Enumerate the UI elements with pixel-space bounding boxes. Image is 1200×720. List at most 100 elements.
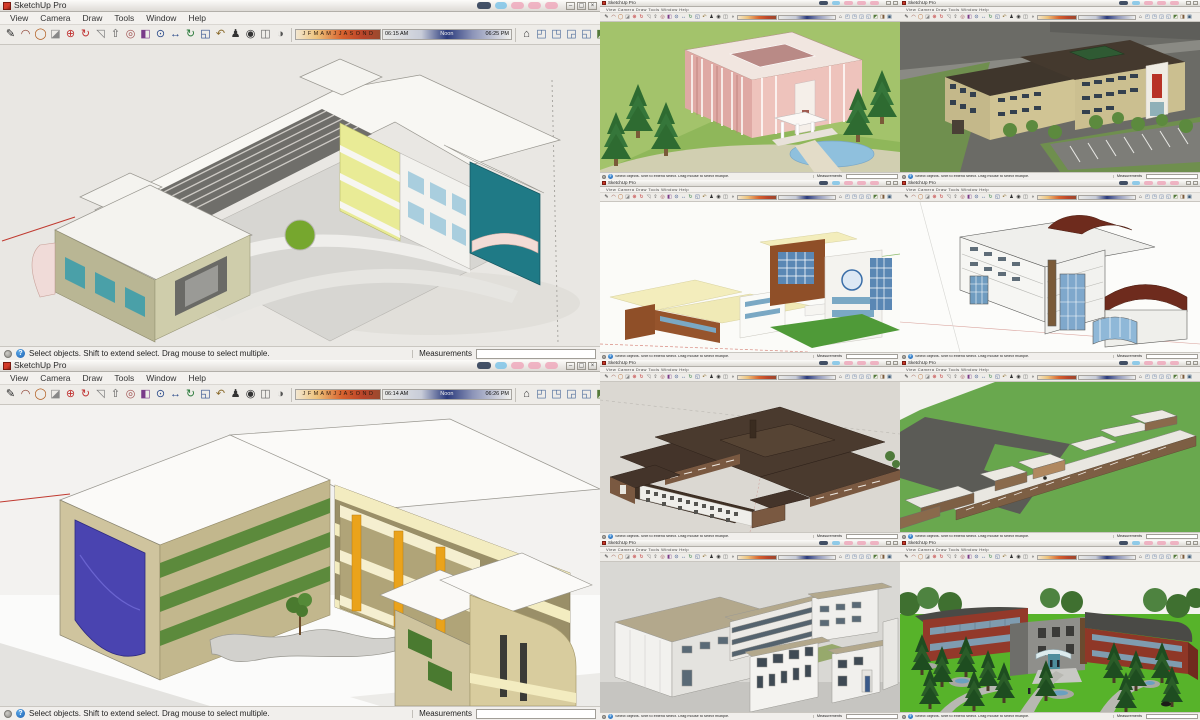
- circle-tool-icon[interactable]: ◯: [33, 389, 48, 400]
- measurements-input[interactable]: [476, 348, 596, 359]
- shadow-date-slider[interactable]: [737, 194, 777, 200]
- model-aerial-school[interactable]: [600, 382, 900, 532]
- previous-view-tool-icon[interactable]: ↶: [1001, 374, 1008, 380]
- shadows-toggle-icon[interactable]: ◑: [1029, 14, 1036, 20]
- minimize-button[interactable]: [1186, 1, 1191, 5]
- iso-view-icon[interactable]: ⌂: [837, 554, 844, 560]
- circle-tool-icon[interactable]: ◯: [917, 194, 924, 200]
- look-around-tool-icon[interactable]: ◉: [1015, 194, 1022, 200]
- help-icon[interactable]: ?: [608, 714, 613, 719]
- previous-view-tool-icon[interactable]: ↶: [213, 389, 228, 400]
- rotate-tool-icon[interactable]: ↻: [638, 194, 645, 200]
- arc-tool-icon[interactable]: ◠: [18, 389, 33, 400]
- front-view-icon[interactable]: ◳: [1151, 14, 1158, 20]
- scale-tool-icon[interactable]: ◹: [645, 554, 652, 560]
- viewport-3d[interactable]: [0, 405, 600, 706]
- rotate-tool-icon[interactable]: ↻: [938, 14, 945, 20]
- push-pull-tool-icon[interactable]: ⇧: [652, 14, 659, 20]
- front-view-icon[interactable]: ◳: [851, 14, 858, 20]
- shadows-toggle-icon[interactable]: ◑: [729, 554, 736, 560]
- right-view-icon[interactable]: ◲: [1158, 374, 1165, 380]
- model-hospital-courtyard[interactable]: [0, 45, 600, 346]
- viewport-3d[interactable]: [0, 45, 600, 346]
- eraser-tool-icon[interactable]: ◪: [924, 374, 931, 380]
- paint-bucket-tool-icon[interactable]: ◧: [666, 194, 673, 200]
- orbit-tool-icon[interactable]: ↻: [987, 554, 994, 560]
- shadow-date-slider[interactable]: [737, 374, 777, 380]
- style-textured-icon[interactable]: ▣: [1186, 194, 1193, 200]
- iso-view-icon[interactable]: ⌂: [837, 374, 844, 380]
- zoom-extents-tool-icon[interactable]: ◱: [994, 14, 1001, 20]
- menu-tools[interactable]: Tools: [108, 14, 140, 23]
- title-bar[interactable]: SketchUp Pro: [600, 180, 900, 187]
- menu-window[interactable]: Window: [140, 14, 182, 23]
- orbit-tool-icon[interactable]: ↻: [183, 29, 198, 40]
- orbit-tool-icon[interactable]: ↻: [687, 194, 694, 200]
- style-shaded-icon[interactable]: ◨: [1179, 554, 1186, 560]
- orbit-tool-icon[interactable]: ↻: [687, 14, 694, 20]
- right-view-icon[interactable]: ◲: [858, 374, 865, 380]
- pan-tool-icon[interactable]: ↔: [680, 554, 687, 560]
- menu-camera[interactable]: Camera: [34, 374, 76, 383]
- shadow-time-slider[interactable]: 06:14 AM Noon 06:26 PM: [382, 389, 512, 400]
- eraser-tool-icon[interactable]: ◪: [48, 29, 63, 40]
- section-plane-tool-icon[interactable]: ◫: [722, 14, 729, 20]
- offset-tool-icon[interactable]: ◎: [659, 194, 666, 200]
- top-view-icon[interactable]: ◰: [844, 194, 851, 200]
- position-camera-tool-icon[interactable]: ♟: [228, 389, 243, 400]
- previous-view-tool-icon[interactable]: ↶: [213, 29, 228, 40]
- style-textured-icon[interactable]: ▣: [886, 14, 893, 20]
- geolocation-icon[interactable]: [4, 709, 12, 718]
- iso-view-icon[interactable]: ⌂: [837, 194, 844, 200]
- orbit-tool-icon[interactable]: ↻: [987, 374, 994, 380]
- shadow-time-slider[interactable]: [778, 374, 836, 380]
- geolocation-icon[interactable]: [602, 174, 606, 179]
- menu-camera[interactable]: Camera: [34, 14, 76, 23]
- pan-tool-icon[interactable]: ↔: [680, 14, 687, 20]
- right-view-icon[interactable]: ◲: [858, 554, 865, 560]
- pan-tool-icon[interactable]: ↔: [168, 389, 183, 400]
- minimize-button[interactable]: [1186, 541, 1191, 545]
- eraser-tool-icon[interactable]: ◪: [624, 14, 631, 20]
- style-textured-icon[interactable]: ▣: [886, 554, 893, 560]
- minimize-button[interactable]: [886, 541, 891, 545]
- paint-bucket-tool-icon[interactable]: ◧: [966, 374, 973, 380]
- close-button[interactable]: [1193, 541, 1198, 545]
- menu-tools[interactable]: Tools: [108, 374, 140, 383]
- iso-view-icon[interactable]: ⌂: [1137, 374, 1144, 380]
- viewport-3d[interactable]: [900, 202, 1200, 352]
- scale-tool-icon[interactable]: ◹: [93, 389, 108, 400]
- top-view-icon[interactable]: ◰: [534, 389, 549, 400]
- zoom-tool-icon[interactable]: ⊙: [973, 194, 980, 200]
- style-wireframe-icon[interactable]: ◩: [1172, 554, 1179, 560]
- zoom-extents-tool-icon[interactable]: ◱: [694, 14, 701, 20]
- shadows-toggle-icon[interactable]: ◑: [729, 374, 736, 380]
- menu-draw[interactable]: Draw: [77, 374, 109, 383]
- help-icon[interactable]: ?: [908, 354, 913, 359]
- pan-tool-icon[interactable]: ↔: [980, 554, 987, 560]
- eraser-tool-icon[interactable]: ◪: [48, 389, 63, 400]
- zoom-extents-tool-icon[interactable]: ◱: [198, 29, 213, 40]
- style-wireframe-icon[interactable]: ◩: [872, 374, 879, 380]
- style-shaded-icon[interactable]: ◨: [879, 374, 886, 380]
- menu-view[interactable]: View: [4, 374, 34, 383]
- close-button[interactable]: ×: [588, 361, 597, 370]
- geolocation-icon[interactable]: [902, 174, 906, 179]
- orbit-tool-icon[interactable]: ↻: [687, 554, 694, 560]
- measurements-input[interactable]: [476, 708, 596, 719]
- style-shaded-icon[interactable]: ◨: [1179, 194, 1186, 200]
- move-tool-icon[interactable]: ⊕: [931, 374, 938, 380]
- zoom-extents-tool-icon[interactable]: ◱: [198, 389, 213, 400]
- move-tool-icon[interactable]: ⊕: [631, 554, 638, 560]
- circle-tool-icon[interactable]: ◯: [917, 554, 924, 560]
- look-around-tool-icon[interactable]: ◉: [715, 374, 722, 380]
- line-tool-icon[interactable]: ✎: [903, 374, 910, 380]
- menu-window[interactable]: Window: [140, 374, 182, 383]
- title-bar[interactable]: SketchUp Pro: [600, 540, 900, 547]
- section-plane-tool-icon[interactable]: ◫: [722, 554, 729, 560]
- back-view-icon[interactable]: ◱: [579, 389, 594, 400]
- previous-view-tool-icon[interactable]: ↶: [1001, 554, 1008, 560]
- title-bar[interactable]: SketchUp Pro: [900, 180, 1200, 187]
- zoom-extents-tool-icon[interactable]: ◱: [694, 374, 701, 380]
- circle-tool-icon[interactable]: ◯: [917, 374, 924, 380]
